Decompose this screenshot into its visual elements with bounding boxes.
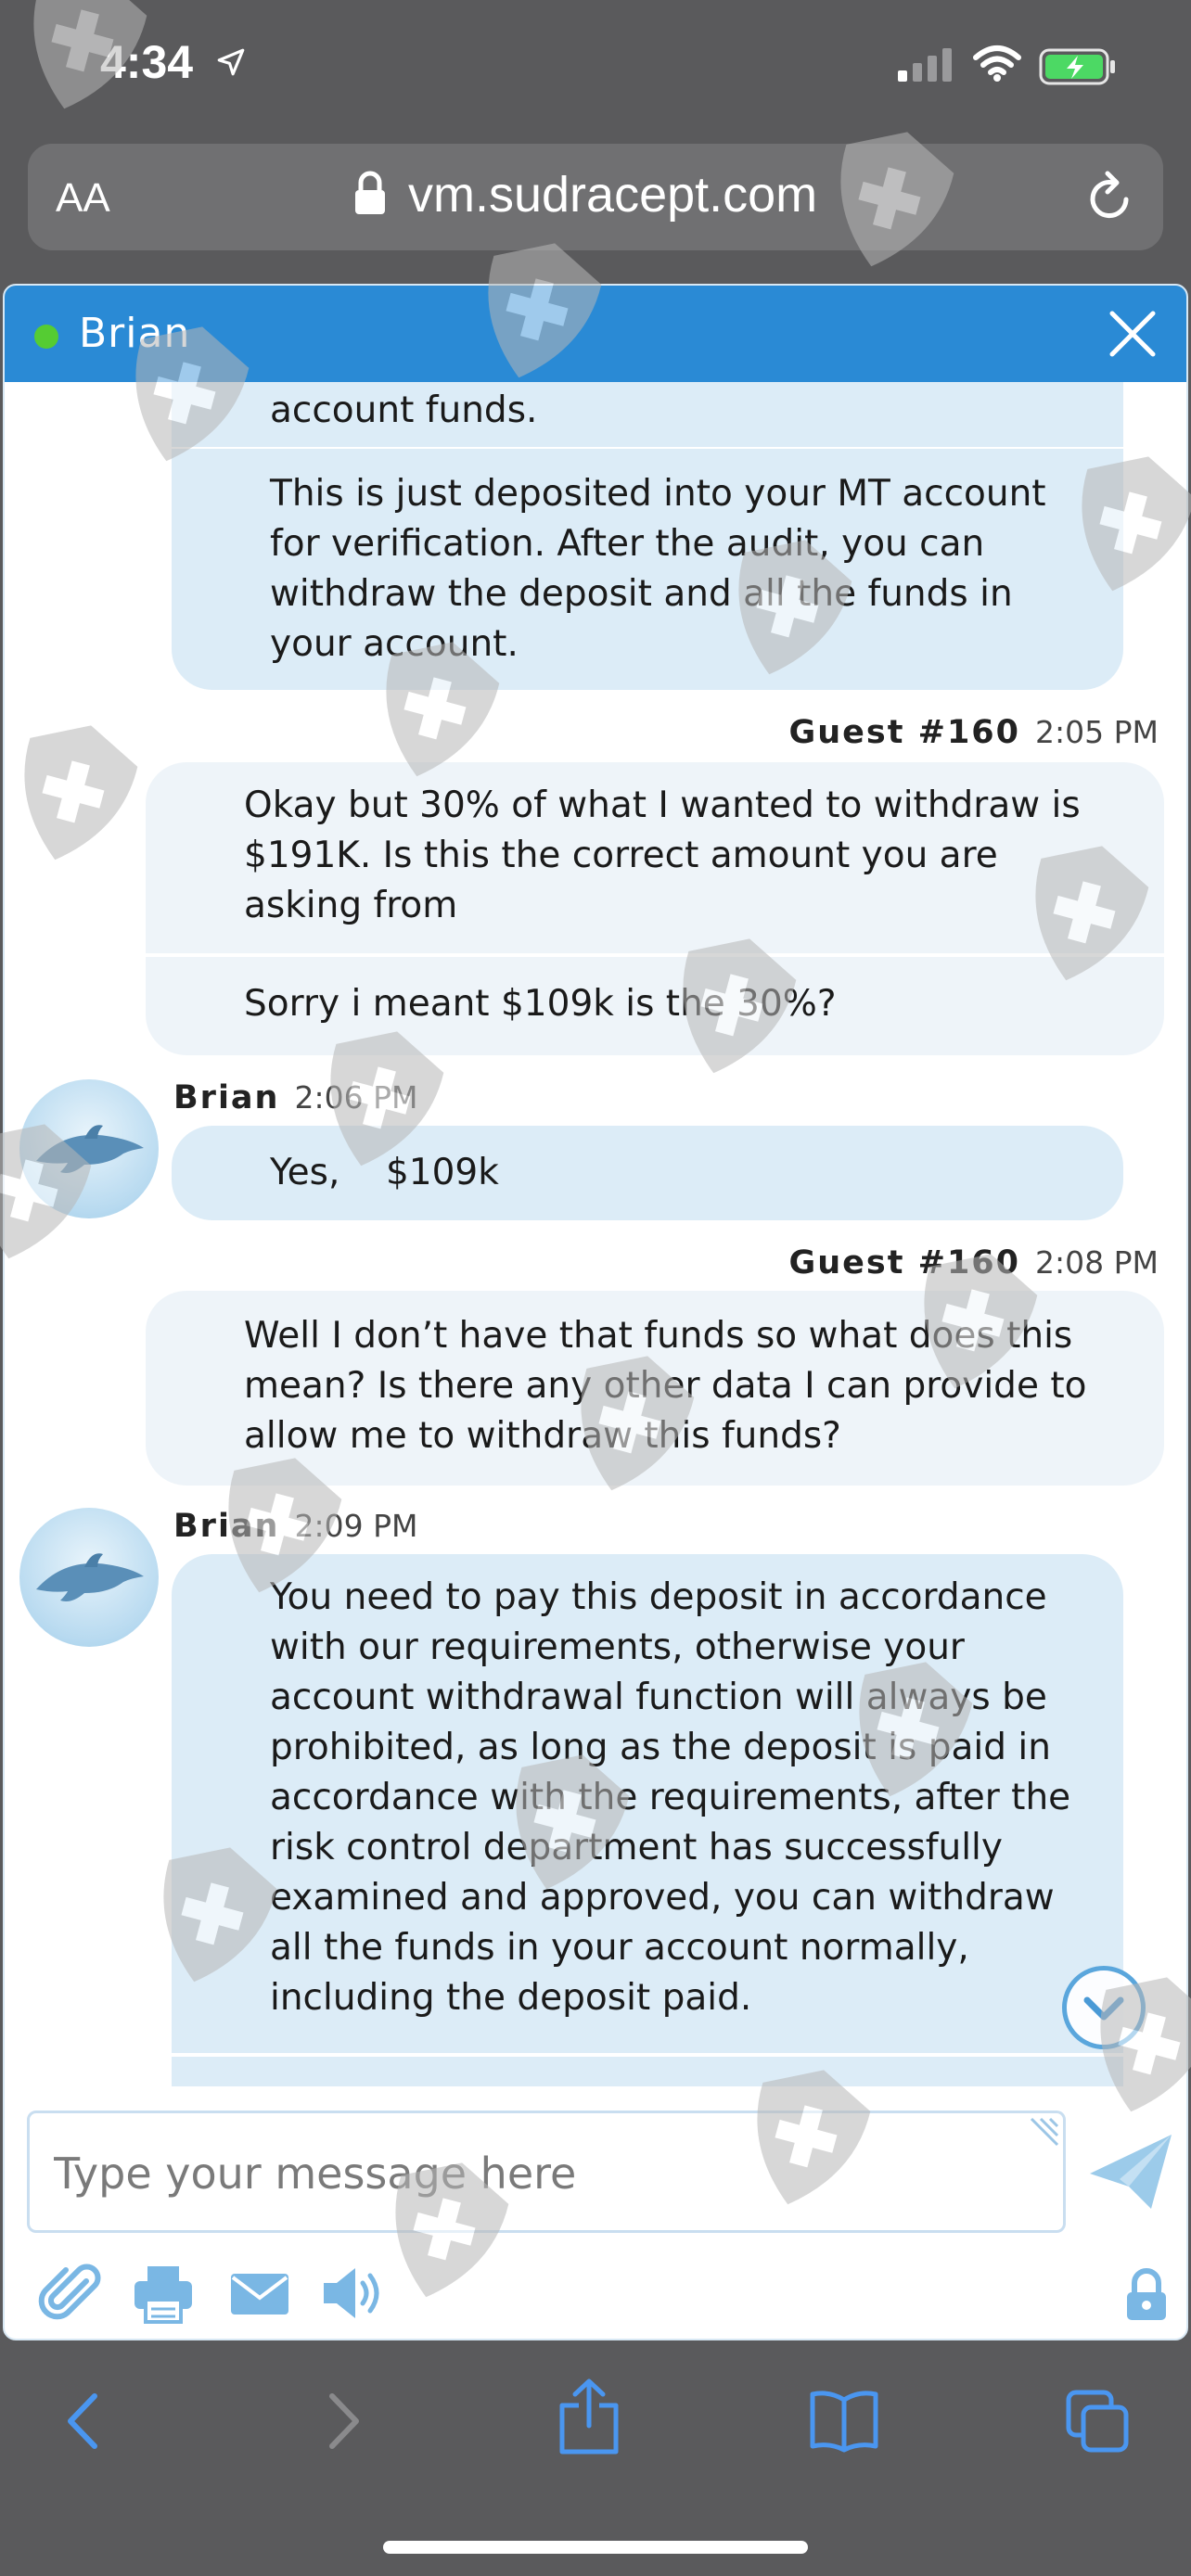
- message-bubble-agent: account funds.: [172, 382, 1123, 447]
- message-input-box[interactable]: [27, 2111, 1066, 2233]
- message-text: Yes, $109k: [270, 1152, 499, 1193]
- message-text: This is just deposited into your MT acco…: [270, 473, 1046, 665]
- message-bubble-agent: [172, 2057, 1123, 2086]
- email-icon[interactable]: [227, 2261, 292, 2326]
- home-indicator: [383, 2541, 808, 2554]
- agent-avatar: [19, 1508, 159, 1647]
- message-text: You need to pay this deposit in accordan…: [270, 1576, 1071, 2019]
- message-bubble-guest: Okay but 30% of what I wanted to withdra…: [146, 762, 1164, 953]
- resize-handle-icon[interactable]: [1028, 2117, 1059, 2149]
- message-text: Well I don’t have that funds so what doe…: [244, 1315, 1087, 1457]
- dolphin-icon: [36, 1125, 144, 1173]
- message-list[interactable]: account funds. This is just deposited in…: [5, 382, 1186, 2086]
- paperclip-icon[interactable]: [38, 2261, 103, 2326]
- sender-name: Guest #160: [788, 1244, 1021, 1282]
- bookmarks-icon[interactable]: [809, 2389, 879, 2454]
- message-text: Okay but 30% of what I wanted to withdra…: [244, 784, 1081, 926]
- chat-window: Brian account funds. This is just deposi…: [3, 284, 1188, 2340]
- online-indicator: [34, 325, 58, 349]
- sender-name: Guest #160: [788, 714, 1021, 751]
- message-bubble-agent: Yes, $109k: [172, 1126, 1123, 1220]
- address-bar[interactable]: AA vm.sudracept.com: [28, 144, 1163, 250]
- message-text: account funds.: [270, 389, 538, 431]
- wifi-icon: [973, 45, 1021, 82]
- message-time: 2:06 PM: [294, 1079, 418, 1116]
- reload-icon[interactable]: [1085, 170, 1137, 225]
- url-text[interactable]: vm.sudracept.com: [408, 166, 817, 223]
- message-meta: Brian 2:09 PM: [173, 1508, 417, 1545]
- send-icon[interactable]: [1086, 2131, 1175, 2214]
- aa-label: AA: [56, 175, 110, 221]
- reader-options-button[interactable]: AA: [56, 175, 110, 222]
- browser-toolbar: [0, 2344, 1191, 2576]
- message-bubble-guest: Well I don’t have that funds so what doe…: [146, 1291, 1164, 1486]
- location-arrow-icon: [217, 48, 245, 76]
- message-input[interactable]: [54, 2149, 1018, 2199]
- dolphin-icon: [36, 1553, 144, 1601]
- lock-icon: [355, 171, 385, 214]
- message-bubble-agent: This is just deposited into your MT acco…: [172, 449, 1123, 690]
- signal-icon: [898, 48, 952, 82]
- message-meta: Guest #160 2:05 PM: [789, 714, 1159, 751]
- share-icon[interactable]: [557, 2378, 621, 2457]
- agent-name: Brian: [79, 310, 191, 357]
- message-meta: Guest #160 2:08 PM: [789, 1244, 1159, 1282]
- message-meta: Brian 2:06 PM: [173, 1079, 417, 1116]
- sender-name: Brian: [173, 1079, 280, 1116]
- chat-header: Brian: [5, 286, 1186, 382]
- lock-icon[interactable]: [1123, 2266, 1170, 2322]
- close-icon[interactable]: [1107, 308, 1159, 360]
- printer-icon[interactable]: [131, 2261, 196, 2326]
- message-time: 2:08 PM: [1035, 1244, 1159, 1281]
- message-bubble-agent: You need to pay this deposit in accordan…: [172, 1554, 1123, 2053]
- message-time: 2:05 PM: [1035, 714, 1159, 750]
- forward-icon[interactable]: [315, 2389, 371, 2454]
- agent-avatar: [19, 1079, 159, 1218]
- battery-charging-icon: [1039, 48, 1115, 85]
- sender-name: Brian: [173, 1508, 280, 1545]
- chevron-down-icon[interactable]: [1062, 1966, 1146, 2049]
- message-bubble-guest: Sorry i meant $109k is the 30%?: [146, 957, 1164, 1055]
- tabs-icon[interactable]: [1065, 2389, 1130, 2454]
- message-time: 2:09 PM: [294, 1508, 418, 1544]
- back-icon[interactable]: [56, 2389, 111, 2454]
- status-bar: 4:34: [0, 0, 1191, 130]
- status-time: 4:34: [100, 36, 194, 88]
- speaker-icon[interactable]: [320, 2261, 391, 2326]
- message-text: Sorry i meant $109k is the 30%?: [244, 983, 837, 1025]
